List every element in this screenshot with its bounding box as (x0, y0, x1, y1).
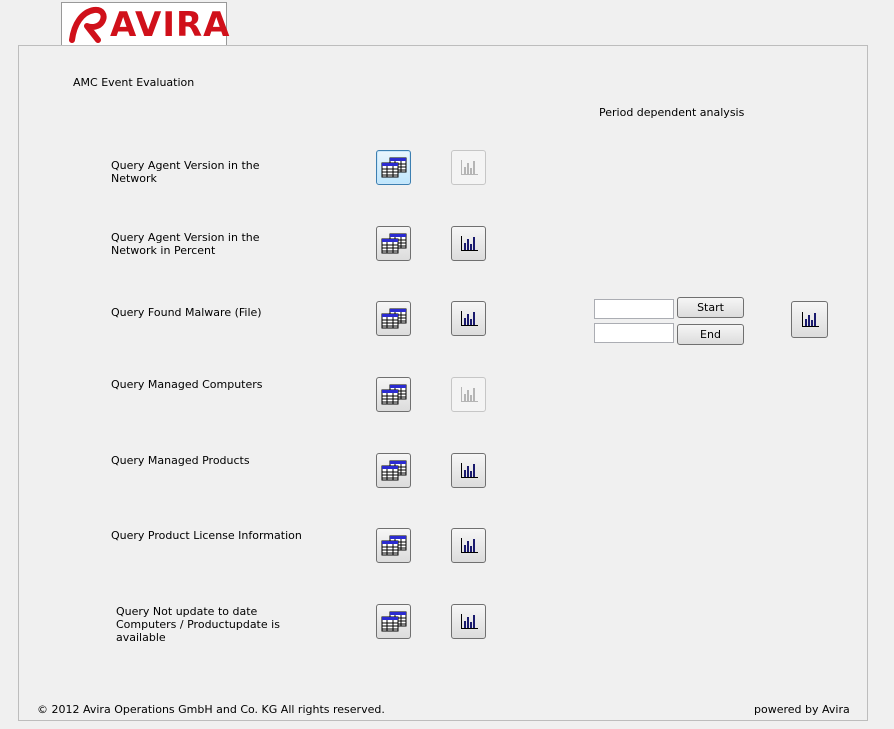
bar-chart-icon (460, 160, 478, 175)
chart-report-button[interactable] (451, 226, 486, 261)
table-report-button[interactable] (376, 226, 411, 261)
table-report-icon (381, 535, 406, 555)
end-date-field[interactable] (594, 323, 674, 343)
bar-chart-icon (460, 538, 478, 553)
chart-report-button (451, 377, 486, 412)
page-title: AMC Event Evaluation (73, 76, 195, 89)
bar-chart-icon (460, 387, 478, 402)
chart-report-button[interactable] (451, 453, 486, 488)
avira-umbrella-icon (69, 6, 107, 43)
logo-wordmark: AVIRA (110, 5, 231, 45)
start-date-field[interactable] (594, 299, 674, 319)
table-report-button[interactable] (376, 528, 411, 563)
query-label: Query Agent Version in the Network in Pe… (111, 231, 260, 257)
bar-chart-icon (801, 312, 819, 327)
query-label: Query Agent Version in the Network (111, 159, 260, 185)
period-analysis-title: Period dependent analysis (599, 106, 745, 119)
table-report-icon (381, 308, 406, 328)
start-button[interactable]: Start (677, 297, 744, 318)
table-report-button[interactable] (376, 604, 411, 639)
query-label: Query Found Malware (File) (111, 306, 262, 319)
query-label: Query Managed Products (111, 454, 250, 467)
table-report-button[interactable] (376, 377, 411, 412)
query-label: Query Product License Information (111, 529, 302, 542)
chart-report-button[interactable] (451, 301, 486, 336)
chart-report-button (451, 150, 486, 185)
period-chart-button[interactable] (791, 301, 828, 338)
bar-chart-icon (460, 614, 478, 629)
table-report-button[interactable] (376, 301, 411, 336)
table-report-icon (381, 157, 406, 177)
bar-chart-icon (460, 236, 478, 251)
query-label: Query Not update to date Computers / Pro… (116, 605, 280, 644)
bar-chart-icon (460, 463, 478, 478)
powered-by-text: powered by Avira (754, 703, 850, 716)
table-report-button[interactable] (376, 150, 411, 185)
table-report-icon (381, 611, 406, 631)
chart-report-button[interactable] (451, 528, 486, 563)
table-report-button[interactable] (376, 453, 411, 488)
query-label: Query Managed Computers (111, 378, 263, 391)
avira-logo: AVIRA (61, 2, 231, 46)
table-report-icon (381, 384, 406, 404)
chart-report-button[interactable] (451, 604, 486, 639)
table-report-icon (381, 233, 406, 253)
table-report-icon (381, 460, 406, 480)
end-button[interactable]: End (677, 324, 744, 345)
bar-chart-icon (460, 311, 478, 326)
copyright-text: © 2012 Avira Operations GmbH and Co. KG … (37, 703, 385, 716)
